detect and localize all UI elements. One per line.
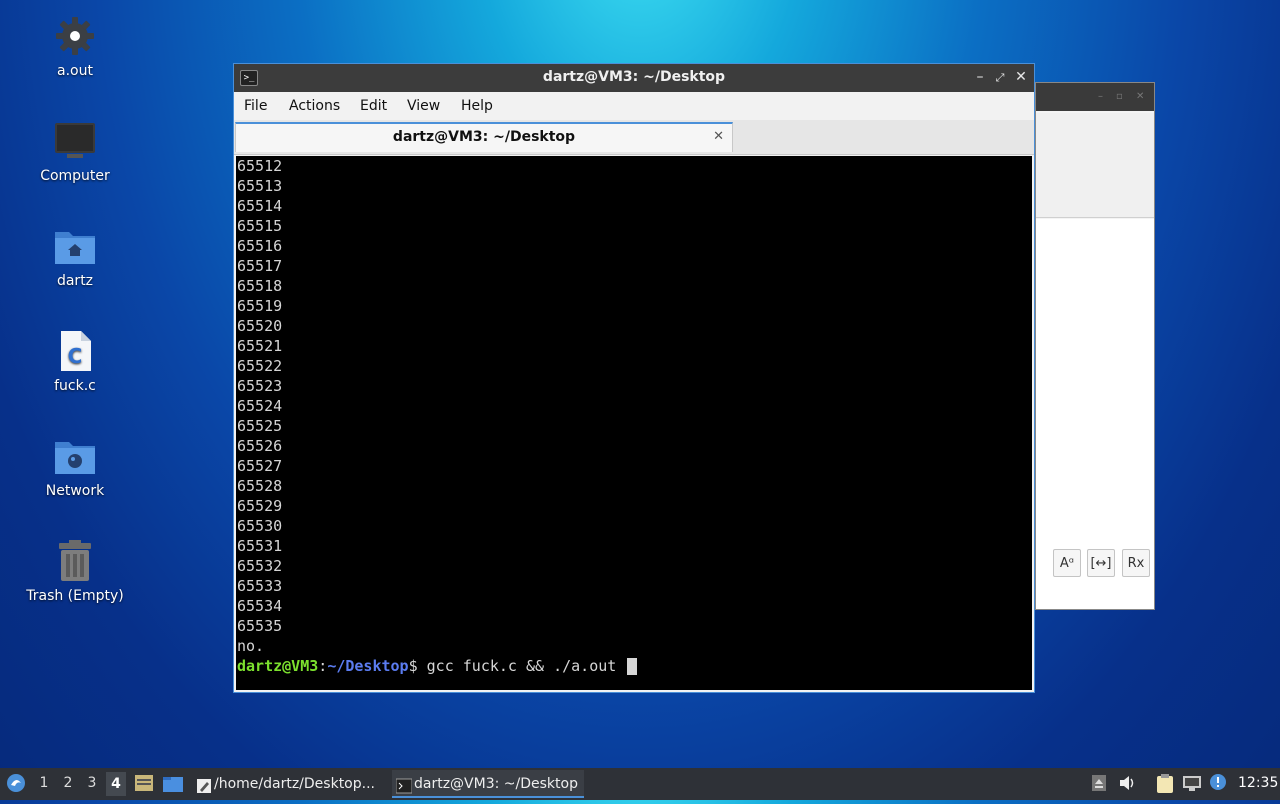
output-line: 65522 — [237, 357, 283, 375]
output-line: 65513 — [237, 177, 283, 195]
network-folder-icon — [53, 434, 97, 478]
tab-terminal[interactable]: dartz@VM3: ~/Desktop ✕ — [235, 122, 733, 152]
background-window-titlebar[interactable]: – ▫ ✕ — [1036, 83, 1154, 111]
close-icon[interactable]: ✕ — [1013, 69, 1029, 85]
desktop-icon-label: Network — [45, 483, 105, 499]
desktop-icon-label: Computer — [40, 168, 110, 184]
file-manager-launcher-icon[interactable] — [162, 775, 184, 797]
output-line: 65527 — [237, 457, 283, 475]
background-window[interactable]: – ▫ ✕ Aᵅ [↔] Rx — [1035, 82, 1155, 610]
terminal-output[interactable]: 65512 65513 65514 65515 65516 65517 65518 65519… — [236, 156, 1032, 690]
menu-view[interactable]: View — [407, 98, 440, 114]
output-line: 65526 — [237, 437, 283, 455]
prompt-symbol: $ — [408, 657, 427, 675]
desktop-icon-a-out[interactable]: a.out — [20, 14, 130, 80]
menu-edit[interactable]: Edit — [360, 98, 387, 114]
menu-help[interactable]: Help — [461, 98, 493, 114]
c-source-file-icon: C — [53, 329, 97, 373]
prompt-user: dartz@VM3 — [237, 657, 319, 675]
prompt-path: ~/Desktop — [327, 657, 409, 675]
workspace-2[interactable]: 2 — [58, 775, 78, 791]
task-terminal[interactable]: dartz@VM3: ~/Desktop — [392, 770, 584, 798]
task-label: /home/dartz/Desktop... — [214, 776, 375, 792]
desktop-icon-label: fuck.c — [54, 378, 96, 394]
workspace-3[interactable]: 3 — [82, 775, 102, 791]
output-line: 65531 — [237, 537, 283, 555]
home-folder-icon — [53, 224, 97, 268]
output-line: 65530 — [237, 517, 283, 535]
minimize-icon[interactable]: – — [1098, 91, 1108, 102]
workspace-1[interactable]: 1 — [34, 775, 54, 791]
desktop-icon-dartz[interactable]: dartz — [20, 224, 130, 290]
eject-icon[interactable] — [1092, 775, 1106, 795]
command-text: gcc fuck.c && ./a.out — [426, 657, 617, 675]
format-button-brackets[interactable]: [↔] — [1087, 549, 1115, 577]
desktop-icon-label: Trash (Empty) — [26, 588, 124, 604]
prompt-separator: : — [318, 657, 328, 675]
desktop-icon-trash[interactable]: Trash (Empty) — [20, 539, 130, 605]
output-line: 65520 — [237, 317, 283, 335]
output-line: 65517 — [237, 257, 283, 275]
task-text-editor[interactable]: /home/dartz/Desktop... — [192, 770, 388, 798]
tab-close-icon[interactable]: ✕ — [713, 129, 724, 144]
output-line: 65519 — [237, 297, 283, 315]
tab-label: dartz@VM3: ~/Desktop — [392, 129, 576, 145]
background-window-toolbar-area — [1036, 113, 1154, 218]
show-desktop-icon[interactable] — [134, 774, 154, 796]
desktop-icon-computer[interactable]: Computer — [20, 119, 130, 185]
output-line: 65514 — [237, 197, 283, 215]
output-line: 65535 — [237, 617, 283, 635]
output-line: 65529 — [237, 497, 283, 515]
output-line: 65521 — [237, 337, 283, 355]
taskbar: 1 2 3 4 /home/dartz/Desktop... dartz@VM3… — [0, 768, 1280, 800]
menu-file[interactable]: File — [244, 98, 267, 114]
output-line: no. — [237, 637, 265, 655]
output-line: 65515 — [237, 217, 283, 235]
desktop-icon-label: dartz — [56, 273, 94, 289]
output-line: 65518 — [237, 277, 283, 295]
close-icon[interactable]: ✕ — [1136, 91, 1146, 102]
task-label: dartz@VM3: ~/Desktop — [414, 776, 578, 792]
network-status-icon[interactable] — [1182, 774, 1202, 796]
trash-icon — [53, 539, 97, 583]
window-title: dartz@VM3: ~/Desktop — [542, 69, 726, 85]
desktop-icon-fuck-c[interactable]: C fuck.c — [20, 329, 130, 395]
maximize-icon[interactable]: ▫ — [1116, 91, 1126, 102]
svg-text:C: C — [68, 344, 83, 368]
maximize-icon[interactable]: ⤢ — [992, 71, 1008, 85]
desktop-icon-label: a.out — [57, 63, 93, 79]
text-cursor — [627, 658, 638, 675]
app-menu-icon[interactable] — [6, 773, 26, 797]
menu-actions[interactable]: Actions — [289, 98, 340, 114]
minimize-icon[interactable]: – — [972, 69, 988, 85]
terminal-titlebar[interactable]: >_ dartz@VM3: ~/Desktop – ⤢ ✕ — [234, 64, 1034, 92]
volume-icon[interactable] — [1119, 775, 1137, 795]
menu-bar: File Actions Edit View Help — [234, 92, 1034, 120]
clock[interactable]: 12:35 — [1238, 775, 1278, 791]
prompt-line: dartz@VM3:~/Desktop$ gcc fuck.c && ./a.o… — [236, 656, 1032, 676]
desktop-icon-network[interactable]: Network — [20, 434, 130, 500]
output-line: 65528 — [237, 477, 283, 495]
workspace-4[interactable]: 4 — [106, 772, 126, 796]
output-line: 65525 — [237, 417, 283, 435]
output-line: 65534 — [237, 597, 283, 615]
computer-icon — [53, 119, 97, 163]
tab-bar: dartz@VM3: ~/Desktop ✕ — [234, 120, 1034, 155]
gear-icon — [53, 14, 97, 58]
output-line: 65512 — [237, 157, 283, 175]
output-line: 65532 — [237, 557, 283, 575]
output-line: 65516 — [237, 237, 283, 255]
format-button-clear[interactable]: Rx — [1122, 549, 1150, 577]
output-line: 65524 — [237, 397, 283, 415]
format-button-font[interactable]: Aᵅ — [1053, 549, 1081, 577]
output-line: 65533 — [237, 577, 283, 595]
update-notifier-icon[interactable] — [1209, 773, 1227, 795]
terminal-window[interactable]: >_ dartz@VM3: ~/Desktop – ⤢ ✕ File Actio… — [233, 63, 1035, 693]
output-line: 65523 — [237, 377, 283, 395]
clipboard-icon[interactable] — [1156, 773, 1174, 797]
